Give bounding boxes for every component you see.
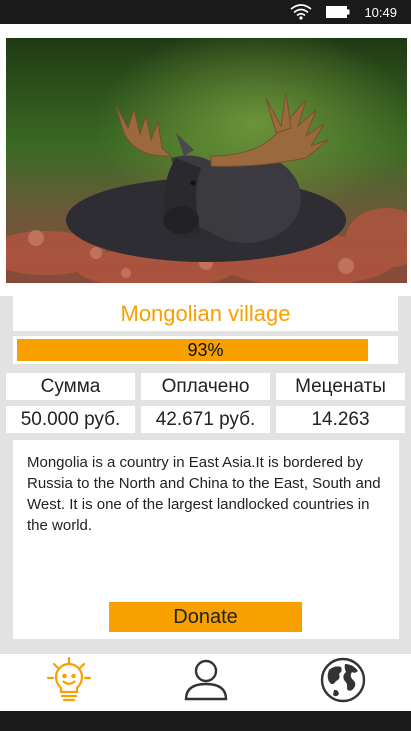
stat-header-sum: Сумма	[6, 373, 135, 400]
stat-value-sum: 50.000 руб.	[6, 406, 135, 433]
hero-section	[0, 24, 411, 296]
wifi-icon	[290, 4, 312, 20]
project-description: Mongolia is a country in East Asia.It is…	[27, 454, 381, 534]
user-icon	[182, 656, 230, 709]
status-bar: 10:49	[0, 0, 411, 24]
stat-header-patrons: Меценаты	[276, 373, 405, 400]
project-title: Mongolian village	[13, 296, 398, 331]
stat-header-paid: Оплачено	[141, 373, 270, 400]
nav-projects[interactable]	[29, 654, 109, 711]
bottom-nav	[0, 654, 411, 711]
status-time: 10:49	[364, 4, 397, 20]
globe-icon	[319, 656, 367, 709]
stat-value-patrons: 14.263	[276, 406, 405, 433]
progress-track: 93%	[17, 339, 394, 361]
description-card: Mongolia is a country in East Asia.It is…	[13, 440, 399, 639]
stat-value-paid: 42.671 руб.	[141, 406, 270, 433]
system-nav-bar	[0, 711, 411, 731]
battery-icon	[326, 6, 350, 18]
progress-bar: 93%	[13, 336, 398, 364]
donate-button[interactable]: Donate	[109, 602, 302, 632]
nav-profile[interactable]	[166, 654, 246, 711]
lightbulb-icon	[45, 656, 93, 709]
project-image	[6, 38, 407, 283]
nav-world[interactable]	[303, 654, 383, 711]
progress-label: 93%	[187, 339, 224, 360]
